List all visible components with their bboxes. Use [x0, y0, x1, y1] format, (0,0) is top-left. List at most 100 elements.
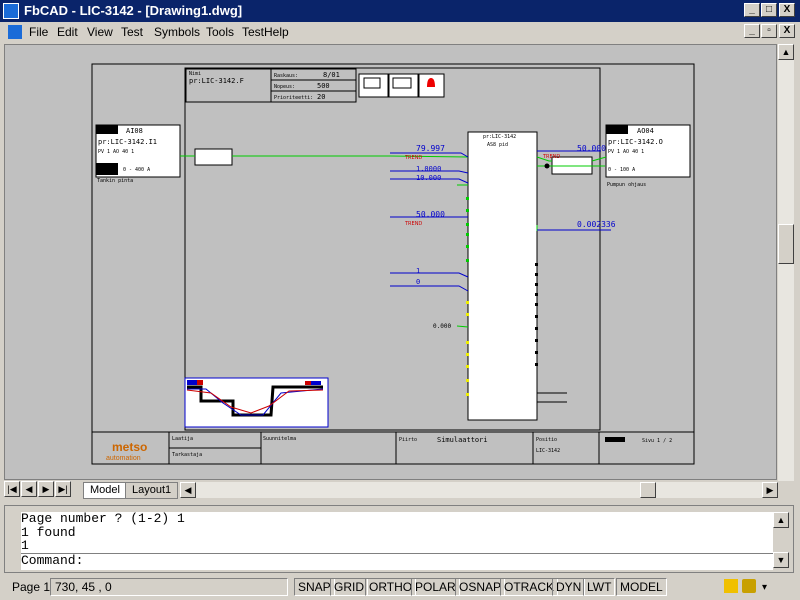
ai08-sub: Tankin pinta	[97, 178, 133, 184]
title-bar: FbCAD - LIC-3142 - [Drawing1.dwg] _ □ X	[0, 0, 800, 22]
header-k2: Nopeus:	[274, 84, 295, 90]
svg-text:TREND: TREND	[542, 154, 560, 160]
svg-text:TREND: TREND	[404, 221, 422, 227]
value-zero: 0	[416, 278, 420, 286]
scroll-right-icon[interactable]: ▶	[762, 482, 778, 498]
ai08-title: AI08	[126, 127, 143, 135]
tab-layout1[interactable]: Layout1	[125, 482, 179, 499]
value-pv: 79.997	[416, 144, 445, 153]
frame-inner	[184, 67, 601, 431]
footer-division: automation	[106, 455, 141, 462]
tab-model[interactable]: Model	[83, 482, 127, 499]
scroll-left-icon[interactable]: ◀	[180, 482, 196, 498]
footer-col3-name: Simulaattori	[437, 436, 488, 444]
footer-col2: Suunnitelma	[263, 436, 296, 442]
ortho-toggle[interactable]: ORTHO	[365, 578, 417, 596]
footer-col4-label: Positio	[536, 437, 557, 443]
lock-icon[interactable]	[742, 579, 756, 593]
command-line-3: 1	[21, 538, 29, 553]
drawing-canvas[interactable]: Nimi pr:LIC-3142.F Raskaus: 8/01 Nopeus:…	[4, 44, 777, 480]
header-v3: 20	[317, 93, 325, 101]
doc-close-button[interactable]: X	[779, 24, 795, 38]
command-line-2: 1 found	[21, 524, 76, 540]
value-out-small: 0.002336	[577, 220, 616, 229]
minimize-button[interactable]: _	[744, 3, 760, 17]
dyn-toggle[interactable]: DYN	[552, 578, 586, 596]
horizontal-scrollbar[interactable]: ◀ ▶	[180, 482, 778, 498]
value-sp2: 10.000	[416, 174, 441, 182]
status-bar: Page 1 730, 45 , 0 SNAP GRID ORTHO POLAR…	[0, 576, 800, 600]
close-button[interactable]: X	[779, 3, 795, 17]
value-in50: 50.000	[577, 144, 606, 153]
ao04-range: 0 - 100 A	[608, 167, 635, 173]
footer-col3-label: Piirto	[399, 437, 417, 443]
pid-block	[467, 131, 538, 421]
ao04-sub: Pumpun ohjaus	[607, 182, 646, 188]
snap-toggle[interactable]: SNAP	[294, 578, 335, 596]
vertical-scrollbar[interactable]: ▲ ▼	[778, 44, 794, 498]
command-scroll-up-icon[interactable]: ▲	[773, 512, 789, 528]
status-coordinates: 730, 45 , 0	[50, 578, 288, 596]
ao04-row: PV 1 AO 40 1	[608, 149, 644, 155]
svg-text:TREND: TREND	[404, 155, 422, 161]
menu-test[interactable]: Test	[121, 25, 143, 39]
ao04-title: AO04	[637, 127, 654, 135]
ao04-tag: pr:LIC-3142.O	[608, 138, 663, 146]
cad-drawing: Nimi pr:LIC-3142.F Raskaus: 8/01 Nopeus:…	[91, 63, 695, 465]
tab-first-icon[interactable]: |◀	[4, 481, 20, 497]
doc-minimize-button[interactable]: _	[744, 24, 760, 38]
osnap-toggle[interactable]: OSNAP	[455, 578, 506, 596]
menu-view[interactable]: View	[87, 25, 113, 39]
icon-box-1	[358, 73, 389, 98]
tab-prev-icon[interactable]: ◀	[21, 481, 37, 497]
menu-edit[interactable]: Edit	[57, 25, 78, 39]
header-v1: 8/01	[323, 71, 340, 79]
doc-restore-button[interactable]: ▫	[761, 24, 777, 38]
document-icon[interactable]	[8, 25, 22, 39]
header-k3: Prioriteetti:	[274, 95, 313, 101]
menu-symbols[interactable]: Symbols	[154, 25, 200, 39]
app-icon[interactable]	[3, 3, 19, 19]
polar-toggle[interactable]: POLAR	[411, 578, 460, 596]
pid-sub: AS8 pid	[487, 142, 508, 148]
value-ab: 0.000	[433, 323, 451, 330]
chevron-down-icon[interactable]: ▾	[762, 582, 767, 593]
footer-col1-a: Laatija	[172, 436, 193, 442]
otrack-toggle[interactable]: OTRACK	[500, 578, 559, 596]
command-prompt[interactable]: Command:	[21, 552, 773, 568]
grid-toggle[interactable]: GRID	[330, 578, 368, 596]
maximize-button[interactable]: □	[761, 3, 777, 17]
scroll-up-icon[interactable]: ▲	[778, 44, 794, 60]
model-toggle[interactable]: MODEL	[616, 578, 667, 596]
command-line-1: Page number ? (1-2) 1	[21, 511, 185, 526]
menu-tools[interactable]: Tools	[206, 25, 234, 39]
lwt-toggle[interactable]: LWT	[583, 578, 616, 596]
ai08-row: PV 1 AO 40 1	[98, 149, 134, 155]
footer-col1-b: Tarkastaja	[172, 452, 202, 458]
window-title: FbCAD - LIC-3142 - [Drawing1.dwg]	[24, 3, 243, 18]
command-window: Page number ? (1-2) 1 1 found 1 Command:…	[4, 505, 794, 573]
menu-bar: File Edit View Test Symbols Tools TestHe…	[0, 22, 800, 42]
value-one: 1	[416, 267, 420, 275]
header-k1: Raskaus:	[274, 73, 298, 79]
vertical-scroll-thumb[interactable]	[778, 224, 794, 264]
footer-page: Sivu 1 / 2	[642, 438, 672, 444]
command-scroll-down-icon[interactable]: ▼	[773, 552, 789, 568]
header-tag: pr:LIC-3142.F	[189, 77, 244, 85]
scale-block	[194, 148, 233, 166]
value-pid-out: 50.000	[416, 210, 445, 219]
header-v2: 500	[317, 82, 330, 90]
menu-testhelp[interactable]: TestHelp	[242, 25, 289, 39]
black-wires	[537, 392, 567, 403]
green-wires	[180, 155, 607, 328]
menu-file[interactable]: File	[29, 25, 48, 39]
status-page: Page 1	[12, 580, 51, 594]
value-sp1: 1.0000	[416, 165, 441, 173]
horizontal-scroll-thumb[interactable]	[640, 482, 656, 498]
tab-last-icon[interactable]: ▶|	[55, 481, 71, 497]
footer-company: metso	[112, 440, 147, 454]
command-history: Page number ? (1-2) 1 1 found 1 Command:	[21, 512, 773, 570]
footer-col4-val: LIC-3142	[536, 448, 560, 454]
tab-next-icon[interactable]: ▶	[38, 481, 54, 497]
warning-icon[interactable]	[724, 579, 738, 593]
